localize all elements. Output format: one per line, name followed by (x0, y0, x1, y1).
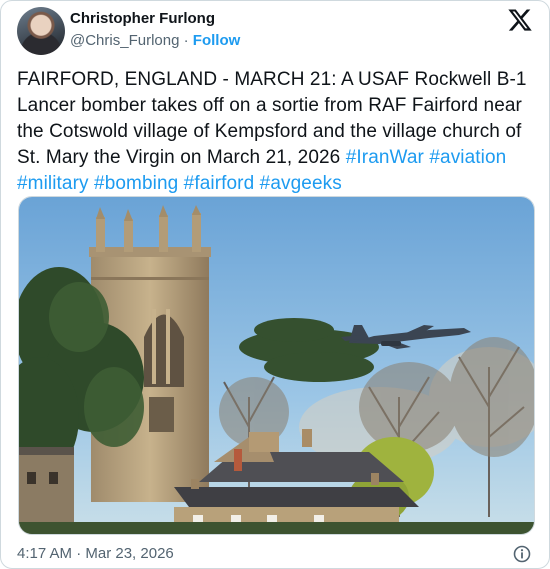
post-text: FAIRFORD, ENGLAND - MARCH 21: A USAF Roc… (17, 67, 535, 197)
post-card[interactable]: Christopher Furlong @Chris_Furlong · Fol… (0, 0, 550, 569)
author-display-name[interactable]: Christopher Furlong (70, 9, 240, 29)
avatar[interactable] (17, 7, 65, 55)
hashtag-bombing[interactable]: #bombing (94, 173, 178, 194)
post-timestamp[interactable]: 4:17 AM · Mar 23, 2026 (17, 545, 174, 562)
author-handle-row: @Chris_Furlong · Follow (70, 31, 240, 51)
post-photo[interactable] (18, 196, 535, 535)
hashtag-aviation[interactable]: #aviation (429, 147, 506, 168)
follow-button[interactable]: Follow (193, 32, 241, 49)
post-header: Christopher Furlong @Chris_Furlong · Fol… (17, 7, 533, 55)
post-footer: 4:17 AM · Mar 23, 2026 (17, 544, 533, 566)
x-logo-icon[interactable] (507, 7, 533, 33)
separator-dot: · (183, 32, 189, 49)
author-block: Christopher Furlong @Chris_Furlong · Fol… (70, 9, 240, 51)
photo-scene (19, 197, 534, 534)
info-icon[interactable] (512, 544, 532, 564)
hashtag-fairford[interactable]: #fairford (184, 173, 255, 194)
hashtag-military[interactable]: #military (17, 173, 89, 194)
hashtag-avgeeks[interactable]: #avgeeks (260, 173, 342, 194)
hashtag-iranwar[interactable]: #IranWar (346, 147, 424, 168)
author-handle[interactable]: @Chris_Furlong (70, 32, 179, 49)
